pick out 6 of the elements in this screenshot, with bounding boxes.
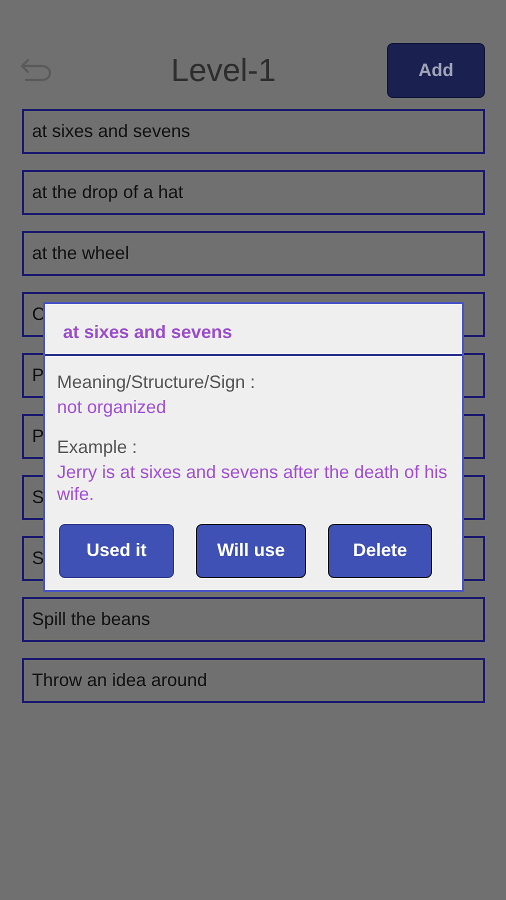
page-title: Level-1 — [170, 52, 277, 88]
example-label: Example : — [57, 436, 138, 458]
dialog-title: at sixes and sevens — [45, 304, 462, 356]
meaning-text: not organized — [57, 396, 168, 418]
meaning-label: Meaning/Structure/Sign : — [57, 372, 256, 393]
example-text: Jerry is at sixes and sevens after the death of his wife. — [57, 460, 448, 506]
